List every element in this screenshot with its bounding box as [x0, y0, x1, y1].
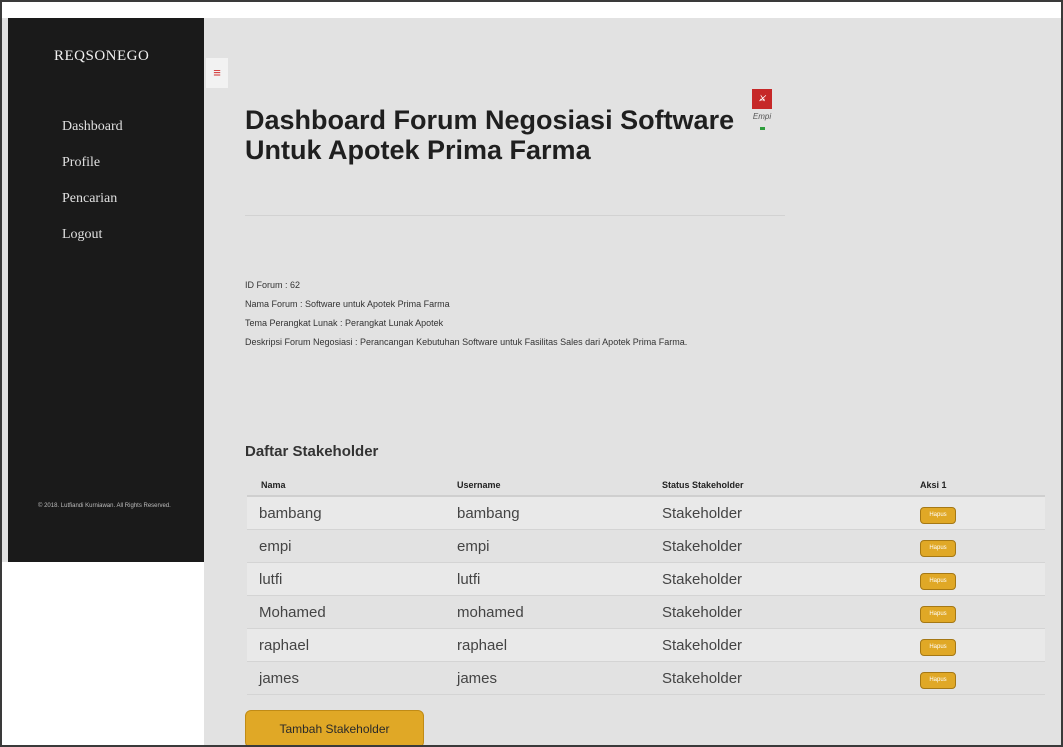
table-row: empi empi Stakeholder Hapus [247, 530, 1045, 563]
avatar[interactable]: ⚔ [752, 89, 772, 109]
sidebar-nav: Dashboard Profile Pencarian Logout [62, 118, 123, 262]
forum-name: Nama Forum : Software untuk Apotek Prima… [245, 299, 450, 309]
cell-status: Stakeholder [662, 669, 743, 687]
cell-nama: james [259, 669, 300, 687]
cell-username: raphael [457, 636, 508, 654]
brand-logo[interactable]: REQSONEGO [54, 48, 149, 65]
delete-button[interactable]: Hapus [920, 605, 956, 623]
column-header-username: Username [457, 480, 501, 490]
delete-button[interactable]: Hapus [920, 572, 956, 590]
forum-id: ID Forum : 62 [245, 280, 301, 290]
column-header-nama: Nama [261, 480, 286, 490]
cell-username: lutfi [457, 570, 481, 588]
page-title: Dashboard Forum Negosiasi Software Untuk… [245, 105, 735, 165]
sidebar-toggle-button[interactable]: ≡ [206, 58, 228, 88]
cell-nama: raphael [259, 636, 310, 654]
cell-action: Hapus [920, 569, 1045, 590]
cell-username: james [457, 669, 498, 687]
cell-username: mohamed [457, 603, 524, 621]
top-bar [2, 2, 1061, 18]
add-stakeholder-button[interactable]: Tambah Stakeholder [245, 710, 424, 745]
cell-nama: bambang [259, 504, 322, 522]
stakeholder-list-title: Daftar Stakeholder [245, 443, 379, 460]
cell-username: empi [457, 537, 490, 555]
team-logo-icon: ⚔ [758, 94, 766, 103]
stakeholder-table: Nama Username Status Stakeholder Aksi 1 … [247, 475, 1045, 695]
hamburger-menu-icon: ≡ [213, 65, 221, 80]
column-header-status: Status Stakeholder [662, 480, 744, 490]
table-header: Nama Username Status Stakeholder Aksi 1 [247, 475, 1045, 497]
column-header-aksi: Aksi 1 [920, 480, 947, 490]
user-profile[interactable]: ⚔ Empi [742, 89, 782, 130]
cell-nama: Mohamed [259, 603, 326, 621]
delete-button[interactable]: Hapus [920, 539, 956, 557]
table-row: bambang bambang Stakeholder Hapus [247, 497, 1045, 530]
table-row: Mohamed mohamed Stakeholder Hapus [247, 596, 1045, 629]
delete-button[interactable]: Hapus [920, 671, 956, 689]
cell-username: bambang [457, 504, 520, 522]
cell-action: Hapus [920, 668, 1045, 689]
cell-status: Stakeholder [662, 504, 743, 522]
sidebar-item-pencarian[interactable]: Pencarian [62, 190, 123, 226]
cell-action: Hapus [920, 503, 1045, 524]
online-status-indicator [759, 127, 765, 130]
cell-nama: empi [259, 537, 292, 555]
table-row: james james Stakeholder Hapus [247, 662, 1045, 695]
cell-status: Stakeholder [662, 570, 743, 588]
table-row: lutfi lutfi Stakeholder Hapus [247, 563, 1045, 596]
forum-description: Deskripsi Forum Negosiasi : Perancangan … [245, 337, 688, 347]
cell-status: Stakeholder [662, 537, 743, 555]
cell-nama: lutfi [259, 570, 283, 588]
sidebar: REQSONEGO Dashboard Profile Pencarian Lo… [8, 18, 204, 562]
cell-action: Hapus [920, 602, 1045, 623]
title-divider [245, 215, 785, 216]
app-window: REQSONEGO Dashboard Profile Pencarian Lo… [0, 0, 1063, 747]
user-name[interactable]: Empi [742, 112, 782, 121]
forum-theme: Tema Perangkat Lunak : Perangkat Lunak A… [245, 318, 444, 328]
cell-status: Stakeholder [662, 636, 743, 654]
sidebar-item-profile[interactable]: Profile [62, 154, 123, 190]
sidebar-item-logout[interactable]: Logout [62, 226, 123, 262]
sidebar-item-dashboard[interactable]: Dashboard [62, 118, 123, 154]
cell-status: Stakeholder [662, 603, 743, 621]
cell-action: Hapus [920, 536, 1045, 557]
delete-button[interactable]: Hapus [920, 506, 956, 524]
page-background [2, 562, 204, 745]
cell-action: Hapus [920, 635, 1045, 656]
forum-info: ID Forum : 62 Nama Forum : Software untu… [245, 280, 805, 356]
delete-button[interactable]: Hapus [920, 638, 956, 656]
copyright-text: © 2018. Lutfiandi Kurniawan. All Rights … [38, 503, 171, 509]
table-row: raphael raphael Stakeholder Hapus [247, 629, 1045, 662]
